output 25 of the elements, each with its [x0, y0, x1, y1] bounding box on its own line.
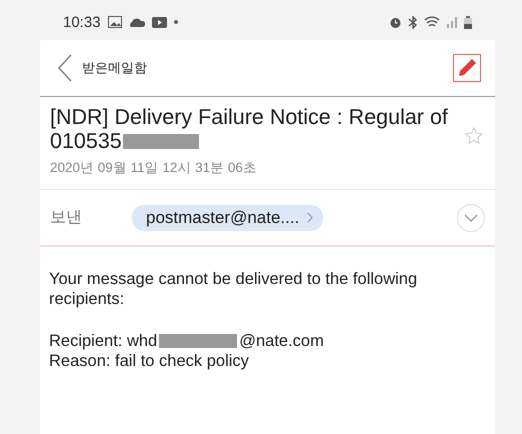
- back-button[interactable]: 받은메일함: [58, 54, 147, 82]
- alarm-icon: [389, 16, 402, 28]
- image-icon: [108, 16, 122, 28]
- expand-button[interactable]: [457, 204, 485, 232]
- recipient-text: Recipient: whd: [49, 331, 158, 351]
- pencil-icon: [456, 57, 478, 79]
- dot-icon: [174, 20, 178, 24]
- wifi-icon: [424, 16, 440, 28]
- sender-chip[interactable]: postmaster@nate....: [132, 204, 324, 230]
- bluetooth-icon: [408, 16, 418, 28]
- compose-button[interactable]: [453, 54, 481, 82]
- chevron-down-icon: [463, 212, 479, 222]
- reason-text: Reason: fail to check policy: [49, 351, 250, 371]
- recipient-domain: @nate.com: [239, 331, 324, 351]
- signal-icon: [446, 16, 458, 28]
- chevron-right-icon: [307, 212, 314, 223]
- play-icon: [152, 16, 167, 28]
- date-text: 2020년 09월 11일 12시 31분 06초: [40, 153, 495, 190]
- subject-title: [NDR] Delivery Failure Notice : Regular of 010535: [50, 105, 449, 153]
- cloud-icon: [128, 17, 145, 27]
- message-text: Your message cannot be delivered to the following recipients:: [49, 269, 418, 309]
- chevron-left-icon: [58, 54, 72, 82]
- status-time: 10:33: [63, 14, 101, 30]
- battery-icon: [464, 16, 472, 28]
- sender-label: 보낸: [50, 208, 83, 228]
